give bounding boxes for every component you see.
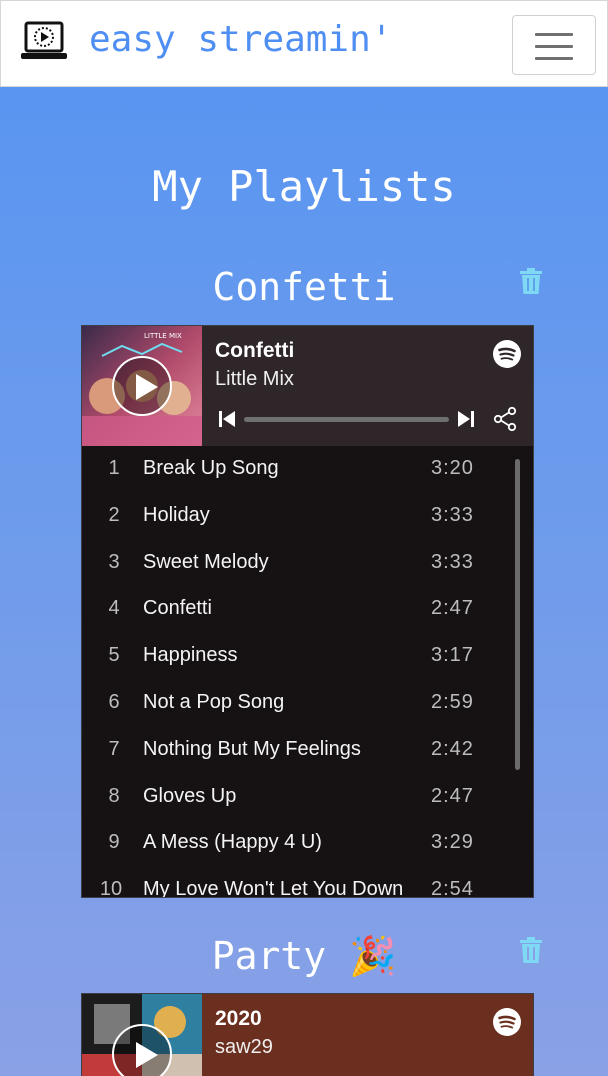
track-name: Happiness (143, 644, 238, 666)
track-name: A Mess (Happy 4 U) (143, 831, 322, 853)
track-duration: 2:42 (431, 738, 474, 760)
album-cover: LITTLE MIX (82, 326, 202, 446)
play-icon[interactable] (112, 356, 172, 416)
now-playing-artist[interactable]: saw29 (215, 1036, 273, 1059)
track-duration: 2:59 (431, 691, 474, 713)
track-number: 2 (108, 504, 120, 526)
tracklist-scrollbar[interactable] (515, 459, 520, 770)
track-name: Nothing But My Feelings (143, 738, 361, 760)
hamburger-icon (535, 33, 573, 36)
track-number: 9 (108, 831, 120, 853)
track-row[interactable]: 8 Gloves Up 2:47 (82, 774, 533, 820)
skip-previous-icon[interactable] (218, 410, 236, 428)
trash-icon[interactable] (519, 268, 543, 295)
track-row[interactable]: 7 Nothing But My Feelings 2:42 (82, 727, 533, 773)
track-number: 4 (108, 597, 120, 619)
skip-next-icon[interactable] (457, 410, 475, 428)
hamburger-icon-line (535, 45, 573, 48)
spotify-player: 2020 saw29 (81, 993, 534, 1076)
track-number: 7 (108, 738, 120, 760)
track-number: 5 (108, 644, 120, 666)
track-duration: 2:47 (431, 785, 474, 807)
track-duration: 3:20 (431, 457, 474, 479)
track-name: Gloves Up (143, 785, 237, 807)
now-playing-title[interactable]: 2020 (215, 1007, 262, 1031)
navbar: easy streamin' (0, 0, 608, 87)
track-name: Break Up Song (143, 457, 279, 479)
track-name: Holiday (143, 504, 210, 526)
menu-toggle-button[interactable] (512, 15, 596, 75)
cover-text: LITTLE MIX (144, 332, 182, 340)
play-icon[interactable] (112, 1024, 172, 1076)
track-row[interactable]: 3 Sweet Melody 3:33 (82, 540, 533, 586)
track-duration: 3:33 (431, 551, 474, 573)
track-number: 3 (108, 551, 120, 573)
track-number: 10 (99, 878, 123, 897)
now-playing-artist[interactable]: Little Mix (215, 368, 294, 391)
track-number: 1 (108, 457, 120, 479)
page-title: My Playlists (152, 162, 456, 211)
spotify-player: LITTLE MIX Confetti Little Mix 1 Break U… (81, 325, 534, 898)
track-duration: 3:29 (431, 831, 474, 853)
laptop-play-icon[interactable] (20, 20, 68, 64)
track-name: Not a Pop Song (143, 691, 285, 713)
track-duration: 3:17 (431, 644, 474, 666)
spotify-icon[interactable] (493, 1008, 521, 1036)
track-row[interactable]: 1 Break Up Song 3:20 (82, 446, 533, 492)
track-row[interactable]: 6 Not a Pop Song 2:59 (82, 680, 533, 726)
track-number: 6 (108, 691, 120, 713)
track-row[interactable]: 10 My Love Won't Let You Down 2:54 (82, 867, 533, 897)
track-row[interactable]: 2 Holiday 3:33 (82, 493, 533, 539)
player-header: LITTLE MIX Confetti Little Mix (82, 326, 533, 446)
spotify-icon[interactable] (493, 340, 521, 368)
share-icon[interactable] (492, 406, 518, 432)
track-name: Sweet Melody (143, 551, 269, 573)
brand-title[interactable]: easy streamin' (89, 17, 392, 63)
now-playing-title[interactable]: Confetti (215, 339, 294, 363)
trash-icon[interactable] (519, 937, 543, 964)
album-cover (82, 994, 202, 1076)
hamburger-icon-line (535, 57, 573, 60)
progress-bar[interactable] (244, 417, 449, 422)
track-name: Confetti (143, 597, 212, 619)
track-duration: 2:47 (431, 597, 474, 619)
track-duration: 3:33 (431, 504, 474, 526)
playlist-title: Confetti (212, 265, 396, 309)
player-header: 2020 saw29 (82, 994, 533, 1076)
track-row[interactable]: 9 A Mess (Happy 4 U) 3:29 (82, 820, 533, 866)
track-duration: 2:54 (431, 878, 474, 897)
track-number: 8 (108, 785, 120, 807)
track-row[interactable]: 5 Happiness 3:17 (82, 633, 533, 679)
track-list[interactable]: 1 Break Up Song 3:20 2 Holiday 3:33 3 Sw… (82, 446, 533, 897)
track-name: My Love Won't Let You Down (143, 878, 404, 897)
playlist-title: Party 🎉 (211, 934, 397, 978)
track-row[interactable]: 4 Confetti 2:47 (82, 586, 533, 632)
